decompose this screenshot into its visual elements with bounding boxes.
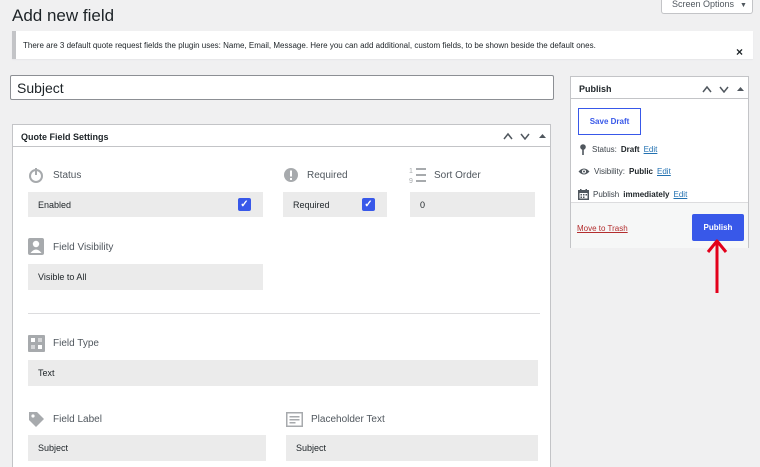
eye-icon — [578, 168, 590, 175]
publish-header: Publish — [571, 77, 748, 99]
status-value: Enabled — [38, 199, 72, 210]
field-visibility-label: Field Visibility — [53, 242, 114, 253]
screen-options-label: Screen Options — [672, 0, 735, 9]
edit-visibility-link[interactable]: Edit — [657, 167, 671, 176]
visibility-row-value: Public — [628, 167, 653, 176]
publish-heading: Publish — [579, 84, 612, 94]
field-type-label: Field Type — [53, 338, 99, 349]
power-icon — [29, 168, 43, 183]
status-checkbox[interactable]: ✓ — [238, 198, 251, 211]
quote-field-settings-box: Quote Field Settings Status Enabled ✓ Re… — [12, 124, 551, 467]
pin-icon — [580, 144, 586, 155]
status-field[interactable]: Enabled — [28, 192, 263, 217]
placeholder-text-input[interactable]: Subject — [286, 435, 538, 461]
status-row-value: Draft — [620, 145, 640, 154]
toggle-panel-icon[interactable] — [737, 86, 744, 92]
page-title: Add new field — [12, 6, 115, 25]
settings-header: Quote Field Settings — [13, 125, 550, 147]
title-input[interactable] — [10, 75, 554, 100]
info-notice: There are 3 default quote request fields… — [12, 31, 753, 59]
notice-text: There are 3 default quote request fields… — [23, 41, 596, 50]
move-up-icon[interactable] — [503, 132, 513, 140]
schedule-row-label: Publish — [593, 190, 620, 199]
field-visibility-select[interactable]: Visible to All — [28, 264, 263, 290]
settings-heading: Quote Field Settings — [21, 132, 109, 142]
status-label: Status — [53, 170, 82, 181]
sort-order-value: 0 — [420, 199, 426, 210]
visibility-row: Visibility: Public Edit — [578, 167, 671, 176]
toggle-panel-icon[interactable] — [539, 133, 546, 139]
calendar-icon — [578, 189, 589, 200]
visibility-row-label: Visibility: — [594, 167, 625, 176]
schedule-row-value: immediately — [623, 190, 670, 199]
caret-down-icon: ▼ — [740, 2, 747, 9]
save-draft-button[interactable]: Save Draft — [578, 108, 641, 135]
edit-status-link[interactable]: Edit — [644, 145, 658, 154]
move-to-trash-link[interactable]: Move to Trash — [577, 224, 628, 233]
edit-schedule-link[interactable]: Edit — [674, 190, 688, 199]
annotation-arrow-icon — [706, 239, 728, 293]
field-type-icon — [28, 335, 45, 352]
svg-text:1: 1 — [409, 168, 413, 175]
field-label-value: Subject — [38, 443, 69, 453]
required-value: Required — [293, 199, 330, 210]
tag-icon — [29, 412, 44, 427]
status-row-label: Status: — [592, 145, 617, 154]
move-up-icon[interactable] — [702, 85, 712, 93]
publish-box: Publish Save Draft Status: Draft Edit Vi… — [570, 76, 749, 248]
field-label-input[interactable]: Subject — [28, 435, 266, 461]
user-icon — [28, 238, 44, 255]
field-label-label: Field Label — [53, 414, 102, 425]
publish-button[interactable]: Publish — [692, 214, 744, 241]
field-visibility-value: Visible to All — [38, 272, 87, 282]
required-checkbox[interactable]: ✓ — [362, 198, 375, 211]
move-down-icon[interactable] — [719, 85, 729, 93]
required-label: Required — [307, 170, 348, 181]
sort-order-input[interactable]: 0 — [410, 192, 535, 217]
field-type-select[interactable]: Text — [28, 360, 538, 386]
sort-order-label: Sort Order — [434, 170, 481, 181]
svg-text:9: 9 — [409, 178, 413, 184]
placeholder-text-label: Placeholder Text — [311, 414, 385, 425]
status-row: Status: Draft Edit — [578, 144, 657, 155]
field-type-value: Text — [38, 368, 55, 378]
placeholder-text-icon — [286, 412, 303, 427]
screen-options-button[interactable]: Screen Options ▼ — [661, 0, 753, 14]
alert-icon — [284, 168, 298, 182]
dismiss-notice-button[interactable]: × — [736, 45, 743, 59]
schedule-row: Publish immediately Edit — [578, 189, 687, 200]
move-down-icon[interactable] — [520, 132, 530, 140]
sort-order-icon: 1 9 — [409, 168, 426, 184]
section-divider — [28, 313, 540, 314]
placeholder-text-value: Subject — [296, 443, 327, 453]
